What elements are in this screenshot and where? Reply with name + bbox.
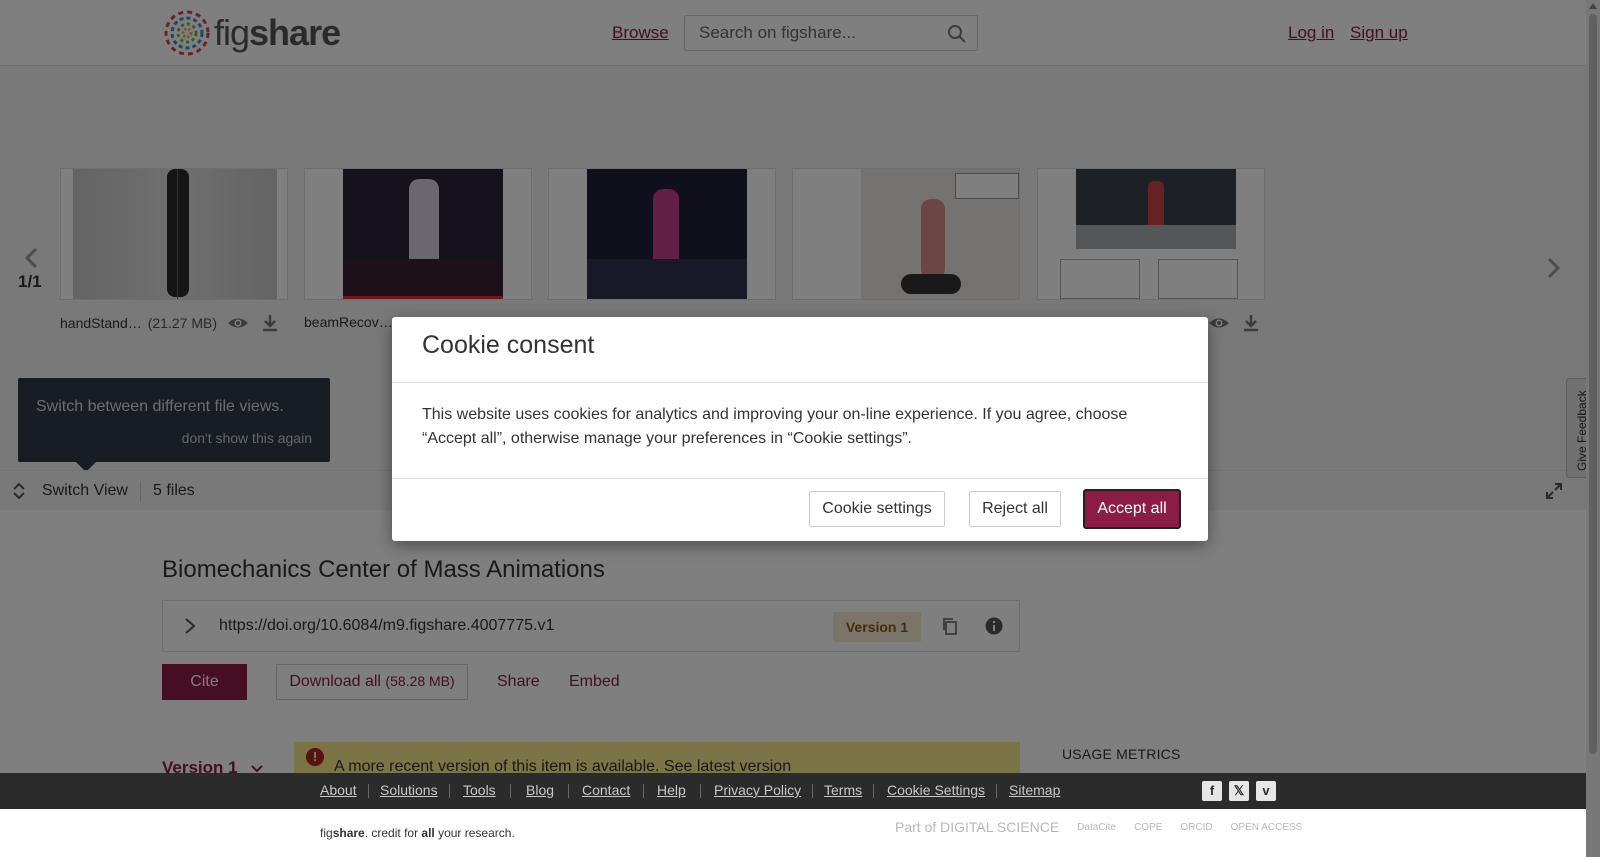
cookie-settings-button[interactable]: Cookie settings (809, 491, 945, 527)
modal-header: Cookie consent (392, 317, 1208, 383)
divider (812, 784, 813, 798)
footer-link-cookie-settings[interactable]: Cookie Settings (887, 782, 985, 798)
x-twitter-icon[interactable]: 𝕏 (1229, 781, 1249, 801)
footer-link-contact[interactable]: Contact (582, 782, 630, 798)
vimeo-icon[interactable]: v (1256, 781, 1276, 801)
open-access-logo[interactable]: OPEN ACCESS (1231, 822, 1303, 833)
divider (368, 784, 369, 798)
footer-link-sitemap[interactable]: Sitemap (1009, 782, 1060, 798)
cookie-consent-modal: Cookie consent This website uses cookies… (392, 317, 1208, 541)
divider (643, 784, 644, 798)
modal-text: This website uses cookies for analytics … (422, 406, 1128, 447)
modal-body: This website uses cookies for analytics … (392, 383, 1208, 479)
reject-all-button[interactable]: Reject all (969, 491, 1061, 527)
orcid-logo[interactable]: ORCID (1180, 822, 1212, 833)
footer-link-blog[interactable]: Blog (526, 782, 554, 798)
modal-footer: Cookie settings Reject all Accept all (392, 479, 1208, 539)
divider (873, 784, 874, 798)
footer-tagline: figshare. credit for all your research. (320, 826, 515, 840)
partner-logos: Part of DIGITAL SCIENCE DataCite COPE OR… (895, 819, 1302, 835)
footer-link-privacy[interactable]: Privacy Policy (714, 782, 801, 798)
divider (996, 784, 997, 798)
digital-science-logo[interactable]: Part of DIGITAL SCIENCE (895, 819, 1059, 835)
footer-nav: About Solutions Tools Blog Contact Help … (0, 773, 1586, 809)
footer-link-solutions[interactable]: Solutions (380, 782, 438, 798)
divider (568, 784, 569, 798)
divider (449, 784, 450, 798)
divider (510, 784, 511, 798)
footer-link-about[interactable]: About (320, 782, 357, 798)
footer-link-help[interactable]: Help (657, 782, 686, 798)
divider (700, 784, 701, 798)
footer-link-tools[interactable]: Tools (463, 782, 496, 798)
datacite-logo[interactable]: DataCite (1077, 822, 1116, 833)
footer-link-terms[interactable]: Terms (824, 782, 862, 798)
facebook-icon[interactable]: f (1202, 781, 1222, 801)
accept-all-button[interactable]: Accept all (1083, 489, 1181, 529)
footer-bottom: figshare. credit for all your research. … (0, 809, 1586, 857)
cope-logo[interactable]: COPE (1134, 822, 1162, 833)
modal-title: Cookie consent (422, 331, 595, 359)
